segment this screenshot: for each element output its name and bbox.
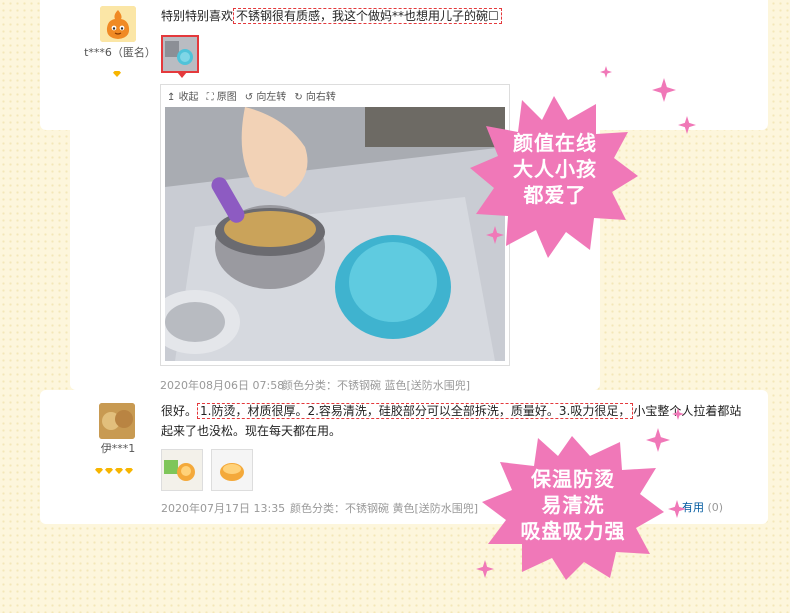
useful-count: (0) bbox=[707, 501, 724, 514]
promo-badge-line: 易清洗 bbox=[541, 493, 605, 517]
thumbnail-image bbox=[212, 450, 252, 490]
promo-badge-line: 吸盘吸力强 bbox=[520, 519, 626, 543]
review-text-prefix: 很好。 bbox=[161, 404, 198, 418]
review-thumbnail-selected[interactable] bbox=[161, 35, 199, 78]
original-label: 原图 bbox=[216, 92, 237, 103]
image-viewer: ↥ 收起 ⛶ 原图 ↺ 向左转 ↻ 向右转 bbox=[160, 84, 510, 366]
thumbnail-image bbox=[163, 37, 197, 71]
promo-badge-line: 大人小孩 bbox=[513, 157, 597, 181]
collapse-label: 收起 bbox=[178, 92, 199, 103]
avatar bbox=[100, 6, 136, 42]
promo-badge-line: 都爱了 bbox=[523, 183, 587, 207]
avatar-photo-icon bbox=[99, 403, 135, 439]
rotate-left-button[interactable]: ↺ 向左转 bbox=[245, 88, 287, 103]
review-date: 2020年08月06日 07:58 bbox=[160, 379, 285, 392]
review-thumbnail[interactable] bbox=[211, 449, 253, 491]
review-photo bbox=[165, 107, 505, 361]
promo-badge-bottom: 保温防烫 易清洗 吸盘吸力强 bbox=[505, 466, 641, 544]
username: t***6（匿名） bbox=[84, 46, 156, 59]
viewer-toolbar: ↥ 收起 ⛶ 原图 ↺ 向左转 ↻ 向右转 bbox=[167, 88, 336, 103]
review-text-highlight: 1.防烫，材质很厚。2.容易清洗，硅胶部分可以全部拆洗，质量好。3.吸力很足， bbox=[197, 403, 634, 419]
avatar bbox=[99, 403, 135, 439]
useful-button[interactable]: 有用 (0) bbox=[682, 499, 723, 515]
username: 伊***1 bbox=[100, 442, 136, 455]
promo-badge-line: 保温防烫 bbox=[531, 467, 615, 491]
review-text-highlight: 不锈钢很有质感，我这个做妈**也想用儿子的碗☐ bbox=[233, 8, 502, 24]
review-text: 特别特别喜欢 不锈钢很有质感，我这个做妈**也想用儿子的碗☐ bbox=[161, 6, 502, 26]
review-spec: 颜色分类：不锈钢碗 蓝色[送防水围兜] bbox=[282, 379, 471, 392]
promo-badge-top: 颜值在线 大人小孩 都爱了 bbox=[498, 130, 612, 208]
collapse-button[interactable]: ↥ 收起 bbox=[167, 88, 199, 103]
rotate-left-label: 向左转 bbox=[256, 92, 287, 103]
review-date: 2020年07月17日 13:35 bbox=[161, 502, 286, 515]
review-spec: 颜色分类：不锈钢碗 黄色[送防水围兜] bbox=[290, 502, 479, 515]
rotate-right-label: 向右转 bbox=[305, 92, 336, 103]
rotate-right-button[interactable]: ↻ 向右转 bbox=[294, 88, 336, 103]
user-level-icon bbox=[113, 62, 123, 81]
user-level-icon bbox=[95, 459, 135, 478]
promo-badge-line: 颜值在线 bbox=[513, 131, 597, 155]
original-image-button[interactable]: ⛶ 原图 bbox=[207, 88, 237, 103]
review-thumbnail[interactable] bbox=[161, 449, 203, 491]
thumbnail-image bbox=[162, 450, 202, 490]
review-text-prefix: 特别特别喜欢 bbox=[161, 9, 234, 23]
useful-label: 有用 bbox=[682, 501, 704, 514]
avatar-cartoon-icon bbox=[100, 6, 136, 42]
